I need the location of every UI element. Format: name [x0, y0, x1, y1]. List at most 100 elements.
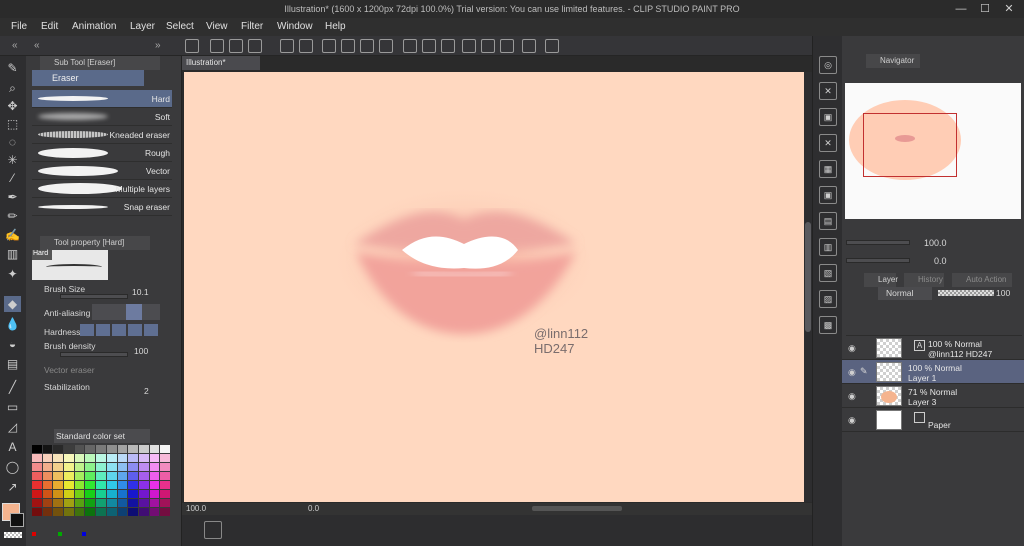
pen-icon[interactable]: ✒: [4, 189, 21, 205]
color-swatch[interactable]: [32, 454, 42, 462]
color-swatch[interactable]: [160, 445, 170, 453]
color-swatch[interactable]: [138, 445, 149, 453]
color-swatch[interactable]: [32, 499, 42, 507]
minimize-button[interactable]: —: [950, 2, 972, 16]
quick-access-icon[interactable]: ▧: [819, 264, 837, 282]
eye-icon[interactable]: ◉: [848, 367, 856, 378]
color-swatch[interactable]: [117, 445, 128, 453]
color-swatch[interactable]: [128, 490, 138, 498]
tab-auto-action[interactable]: Auto Action: [952, 273, 1012, 287]
color-swatch[interactable]: [128, 454, 138, 462]
material-image-icon[interactable]: ▣: [819, 108, 837, 126]
brush-size-slider[interactable]: [60, 294, 128, 299]
brush-size-value[interactable]: 10.1: [132, 287, 149, 297]
undo-icon[interactable]: [280, 39, 294, 53]
color-swatch[interactable]: [96, 472, 106, 480]
color-swatch[interactable]: [160, 463, 170, 471]
color-swatch[interactable]: [74, 490, 85, 498]
color-swatch[interactable]: [53, 454, 64, 462]
color-swatch[interactable]: [117, 463, 128, 471]
maximize-button[interactable]: ☐: [974, 2, 996, 16]
color-swatch[interactable]: [64, 481, 74, 489]
brush-icon[interactable]: ✍: [4, 227, 21, 243]
color-swatch[interactable]: [106, 499, 117, 507]
color-swatch[interactable]: [138, 481, 149, 489]
color-swatch[interactable]: [42, 463, 53, 471]
color-swatch[interactable]: [42, 481, 53, 489]
scroll-thumb[interactable]: [805, 222, 811, 332]
color-swatch[interactable]: [74, 481, 85, 489]
layer-row-layer3[interactable]: ◉ 71 % Normal Layer 3: [842, 384, 1024, 408]
eye-icon[interactable]: ◉: [848, 415, 856, 426]
color-swatch[interactable]: [149, 490, 160, 498]
brush-density-value[interactable]: 100: [134, 346, 148, 356]
clear-outside-icon[interactable]: [341, 39, 355, 53]
expand-subtool-icon[interactable]: »: [155, 40, 161, 51]
color-swatch[interactable]: [128, 499, 138, 507]
navigator-rotation-slider[interactable]: [846, 258, 910, 263]
color-swatch[interactable]: [42, 454, 53, 462]
save-icon[interactable]: [248, 39, 262, 53]
color-swatch[interactable]: [96, 481, 106, 489]
ruler-icon[interactable]: ◿: [4, 419, 21, 435]
fill-icon[interactable]: [360, 39, 374, 53]
color-swatch[interactable]: [85, 499, 96, 507]
eye-icon[interactable]: ◉: [848, 391, 856, 402]
color-swatch[interactable]: [42, 490, 53, 498]
canvas[interactable]: @linn112 HD247: [184, 72, 804, 502]
color-swatch[interactable]: [149, 508, 160, 516]
color-swatch[interactable]: [74, 445, 85, 453]
color-swatch[interactable]: [74, 499, 85, 507]
color-swatch[interactable]: [128, 445, 138, 453]
color-swatch[interactable]: [117, 490, 128, 498]
color-swatch[interactable]: [106, 445, 117, 453]
color-swatch[interactable]: [53, 490, 64, 498]
eye-icon[interactable]: ◉: [848, 343, 856, 354]
eyedropper-icon[interactable]: ⁄: [4, 170, 21, 186]
color-swatch[interactable]: [128, 481, 138, 489]
pen-tool-icon[interactable]: ✎: [4, 60, 21, 76]
close-button[interactable]: ✕: [998, 2, 1020, 16]
sub-view-icon[interactable]: ▦: [819, 160, 837, 178]
color-swatch[interactable]: [138, 499, 149, 507]
brush-vector[interactable]: Vector: [32, 162, 172, 180]
menu-file[interactable]: File: [11, 21, 27, 32]
color-swatch[interactable]: [32, 463, 42, 471]
color-swatch[interactable]: [117, 454, 128, 462]
blend-mode-select[interactable]: Normal: [878, 287, 932, 300]
navigator-title[interactable]: Navigator: [866, 54, 920, 68]
clear-icon[interactable]: [322, 39, 336, 53]
snap-grid-icon[interactable]: [500, 39, 514, 53]
timeline-icon[interactable]: [204, 521, 222, 539]
color-swatch[interactable]: [128, 463, 138, 471]
color-swatch[interactable]: [32, 508, 42, 516]
color-swatch[interactable]: [42, 508, 53, 516]
color-swatch[interactable]: [64, 445, 74, 453]
select-tool-icon[interactable]: ⬚: [4, 116, 21, 132]
horizontal-scroll-thumb[interactable]: [532, 506, 622, 511]
help-icon[interactable]: [545, 39, 559, 53]
menu-help[interactable]: Help: [325, 21, 346, 32]
color-swatch[interactable]: [74, 454, 85, 462]
brush-rough[interactable]: Rough: [32, 144, 172, 162]
color-swatch[interactable]: [160, 490, 170, 498]
color-swatch[interactable]: [53, 463, 64, 471]
color-swatch[interactable]: [85, 445, 96, 453]
menu-select[interactable]: Select: [166, 21, 194, 32]
color-swatch[interactable]: [138, 508, 149, 516]
balloon-icon[interactable]: ◯: [4, 459, 21, 475]
collapse-subtool-icon[interactable]: «: [34, 40, 40, 51]
navigator-rotation-value[interactable]: 0.0: [934, 256, 947, 266]
color-swatch[interactable]: [106, 508, 117, 516]
color-swatch[interactable]: [85, 463, 96, 471]
invert-selection-icon[interactable]: [422, 39, 436, 53]
tab-layer[interactable]: Layer: [864, 273, 898, 287]
fill-tool-icon[interactable]: ◒: [4, 336, 21, 352]
color-swatch[interactable]: [160, 454, 170, 462]
color-swatch[interactable]: [96, 445, 106, 453]
eraser-tool-icon[interactable]: ◆: [4, 296, 21, 312]
auto-select-icon[interactable]: ✳: [4, 152, 21, 168]
navigator-zoom-slider[interactable]: [846, 240, 910, 245]
color-swatch[interactable]: [149, 481, 160, 489]
color-swatch[interactable]: [64, 490, 74, 498]
